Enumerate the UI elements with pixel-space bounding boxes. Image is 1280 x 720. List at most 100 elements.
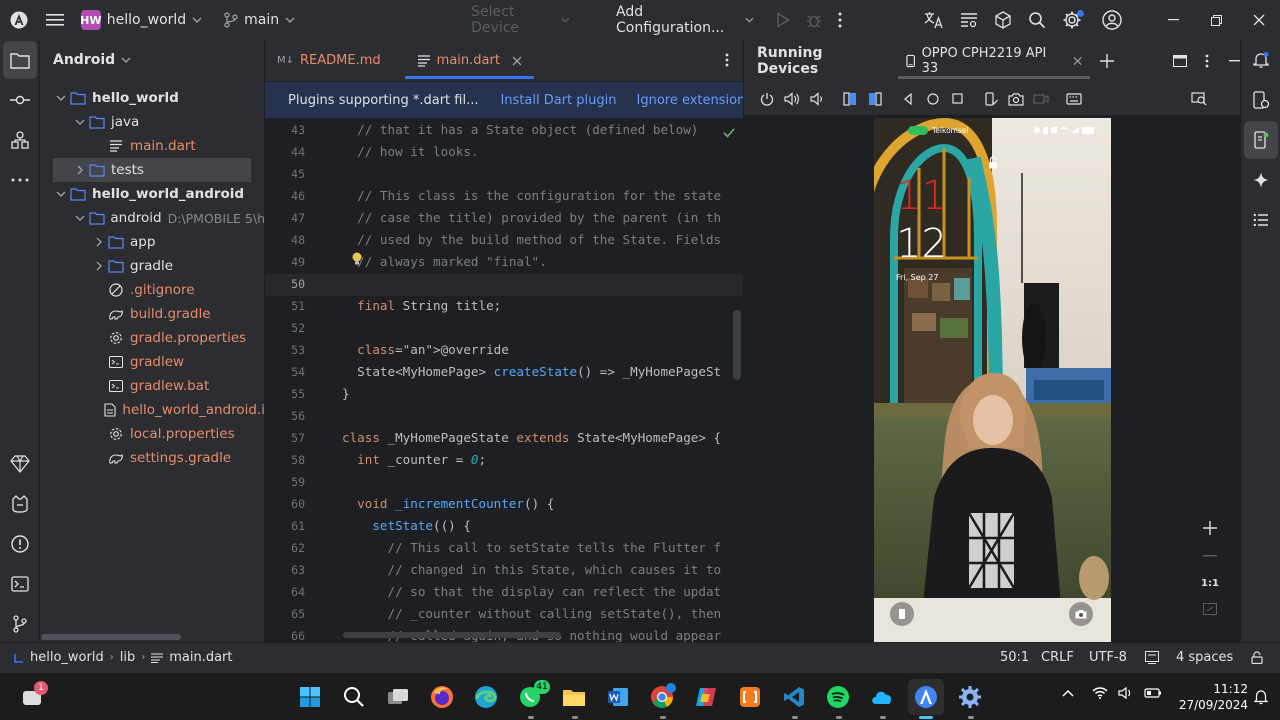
settings-button[interactable] bbox=[1054, 0, 1090, 40]
logcat-tool-button[interactable] bbox=[0, 484, 40, 524]
search-button[interactable] bbox=[1020, 0, 1054, 40]
tree-item[interactable]: .gitignore bbox=[41, 278, 264, 302]
system-tray[interactable] bbox=[1092, 687, 1162, 699]
rotate-right-button[interactable] bbox=[862, 87, 887, 111]
project-structure-button[interactable] bbox=[952, 0, 986, 40]
flashlight-shortcut-button[interactable] bbox=[890, 602, 914, 626]
terminal-tool-button[interactable] bbox=[0, 564, 40, 604]
home-button[interactable] bbox=[920, 87, 945, 111]
tree-item[interactable]: hello_world_android bbox=[41, 182, 264, 206]
chat-widget-button[interactable]: 1 bbox=[14, 679, 50, 715]
zoom-inspect-button[interactable] bbox=[1186, 87, 1211, 111]
chevron-right-icon[interactable] bbox=[91, 237, 107, 247]
tab-readme[interactable]: M↓ README.md bbox=[265, 40, 393, 82]
edge-taskbar-button[interactable] bbox=[468, 679, 504, 715]
zoom-actual-size-button[interactable]: 1:1 bbox=[1201, 570, 1219, 596]
show-hidden-icons-button[interactable] bbox=[1062, 689, 1074, 697]
more-actions-button[interactable] bbox=[830, 0, 850, 40]
file-explorer-taskbar-button[interactable] bbox=[556, 679, 592, 715]
start-button[interactable] bbox=[292, 679, 328, 715]
run-button[interactable] bbox=[768, 0, 798, 40]
tree-item[interactable]: gradlew bbox=[41, 350, 264, 374]
intention-bulb-icon[interactable] bbox=[351, 252, 363, 266]
tree-item[interactable]: settings.gradle bbox=[41, 446, 264, 470]
chrome-taskbar-button[interactable] bbox=[644, 679, 680, 715]
read-only-toggle[interactable] bbox=[1251, 651, 1263, 664]
taskbar-clock[interactable]: 11:12 27/09/2024 bbox=[1168, 681, 1248, 713]
camera-shortcut-button[interactable] bbox=[1069, 602, 1093, 626]
ignore-extension-link[interactable]: Ignore extension bbox=[637, 93, 746, 108]
structure-tool-button[interactable] bbox=[0, 120, 40, 160]
device-screen[interactable]: Telkomsel 11 12 Fri, Sep 27 bbox=[874, 118, 1111, 642]
device-selector[interactable]: Select Device bbox=[463, 0, 578, 40]
project-switcher[interactable]: HW hello_world bbox=[73, 0, 210, 40]
record-video-button[interactable] bbox=[1028, 87, 1053, 111]
translate-button[interactable] bbox=[916, 0, 952, 40]
volume-down-button[interactable] bbox=[804, 87, 829, 111]
line-separator[interactable]: CRLF bbox=[1041, 650, 1074, 665]
tree-item[interactable]: java bbox=[41, 110, 264, 134]
maximize-window-button[interactable] bbox=[1195, 0, 1238, 40]
volume-up-button[interactable] bbox=[779, 87, 804, 111]
taskbar-search-button[interactable] bbox=[336, 679, 372, 715]
tree-item[interactable]: gradle.properties bbox=[41, 326, 264, 350]
sdk-manager-button[interactable] bbox=[986, 0, 1020, 40]
close-icon[interactable] bbox=[1073, 56, 1082, 66]
panel-options-button[interactable] bbox=[1205, 54, 1209, 68]
keyboard-settings-button[interactable] bbox=[1061, 87, 1086, 111]
breadcrumb-project[interactable]: hello_world bbox=[30, 650, 104, 665]
gemini-tool-button[interactable] bbox=[0, 444, 40, 484]
main-menu-button[interactable] bbox=[37, 0, 73, 40]
chevron-down-icon[interactable] bbox=[72, 119, 88, 125]
tab-main-dart[interactable]: main.dart bbox=[404, 40, 534, 82]
breadcrumb-lib[interactable]: lib bbox=[120, 650, 135, 665]
screenshot-button[interactable] bbox=[1003, 87, 1028, 111]
device-tab[interactable]: OPPO CPH2219 API 33 bbox=[898, 40, 1090, 82]
file-info-button[interactable] bbox=[1145, 651, 1159, 664]
tree-item[interactable]: hello_world bbox=[41, 86, 264, 110]
snapshot-device-button[interactable] bbox=[978, 87, 1003, 111]
version-control-tool-button[interactable] bbox=[0, 604, 40, 644]
chevron-right-icon[interactable] bbox=[91, 261, 107, 271]
run-configuration-selector[interactable]: Add Configuration... bbox=[608, 0, 762, 40]
android-studio-taskbar-button[interactable] bbox=[908, 679, 944, 715]
horizontal-scrollbar[interactable] bbox=[41, 634, 181, 640]
minimize-window-button[interactable] bbox=[1152, 0, 1195, 40]
chevron-down-icon[interactable] bbox=[53, 191, 69, 197]
layout-button[interactable] bbox=[1173, 55, 1187, 67]
overview-button[interactable] bbox=[945, 87, 970, 111]
tab-options-button[interactable] bbox=[725, 53, 729, 67]
firefox-taskbar-button[interactable] bbox=[424, 679, 460, 715]
tree-item[interactable]: android D:\PMOBILE 5\h bbox=[41, 206, 264, 230]
add-device-button[interactable] bbox=[1100, 54, 1114, 68]
zoom-fit-button[interactable] bbox=[1203, 596, 1217, 622]
back-button[interactable] bbox=[895, 87, 920, 111]
problems-tool-button[interactable] bbox=[0, 524, 40, 564]
tree-item[interactable]: tests bbox=[53, 158, 251, 182]
project-tool-button[interactable] bbox=[3, 41, 37, 79]
rotate-left-button[interactable] bbox=[837, 87, 862, 111]
code-area[interactable]: 43 // that it has a State object (define… bbox=[265, 120, 743, 642]
commit-tool-button[interactable] bbox=[0, 80, 40, 120]
notification-center-button[interactable] bbox=[1254, 689, 1268, 705]
tree-item[interactable]: gradle bbox=[41, 254, 264, 278]
brackets-taskbar-button[interactable] bbox=[732, 679, 768, 715]
device-manager-button[interactable] bbox=[1241, 80, 1280, 120]
account-button[interactable] bbox=[1094, 0, 1130, 40]
settings-taskbar-button[interactable] bbox=[952, 679, 988, 715]
chevron-down-icon[interactable] bbox=[72, 215, 88, 221]
word-taskbar-button[interactable] bbox=[600, 679, 636, 715]
file-encoding[interactable]: UTF-8 bbox=[1089, 650, 1127, 665]
tree-item[interactable]: local.properties bbox=[41, 422, 264, 446]
running-devices-tool-button[interactable] bbox=[1244, 121, 1278, 159]
resource-manager-button[interactable] bbox=[1241, 200, 1280, 240]
more-tools-button[interactable] bbox=[0, 160, 40, 200]
install-dart-plugin-link[interactable]: Install Dart plugin bbox=[500, 93, 616, 108]
debug-button[interactable] bbox=[798, 0, 830, 40]
tree-item[interactable]: hello_world_android.i bbox=[41, 398, 264, 422]
chevron-right-icon[interactable] bbox=[72, 165, 88, 175]
spotify-taskbar-button[interactable] bbox=[820, 679, 856, 715]
tree-item[interactable]: main.dart bbox=[41, 134, 264, 158]
indent-setting[interactable]: 4 spaces bbox=[1176, 650, 1233, 665]
whatsapp-taskbar-button[interactable]: 41 bbox=[512, 679, 550, 715]
